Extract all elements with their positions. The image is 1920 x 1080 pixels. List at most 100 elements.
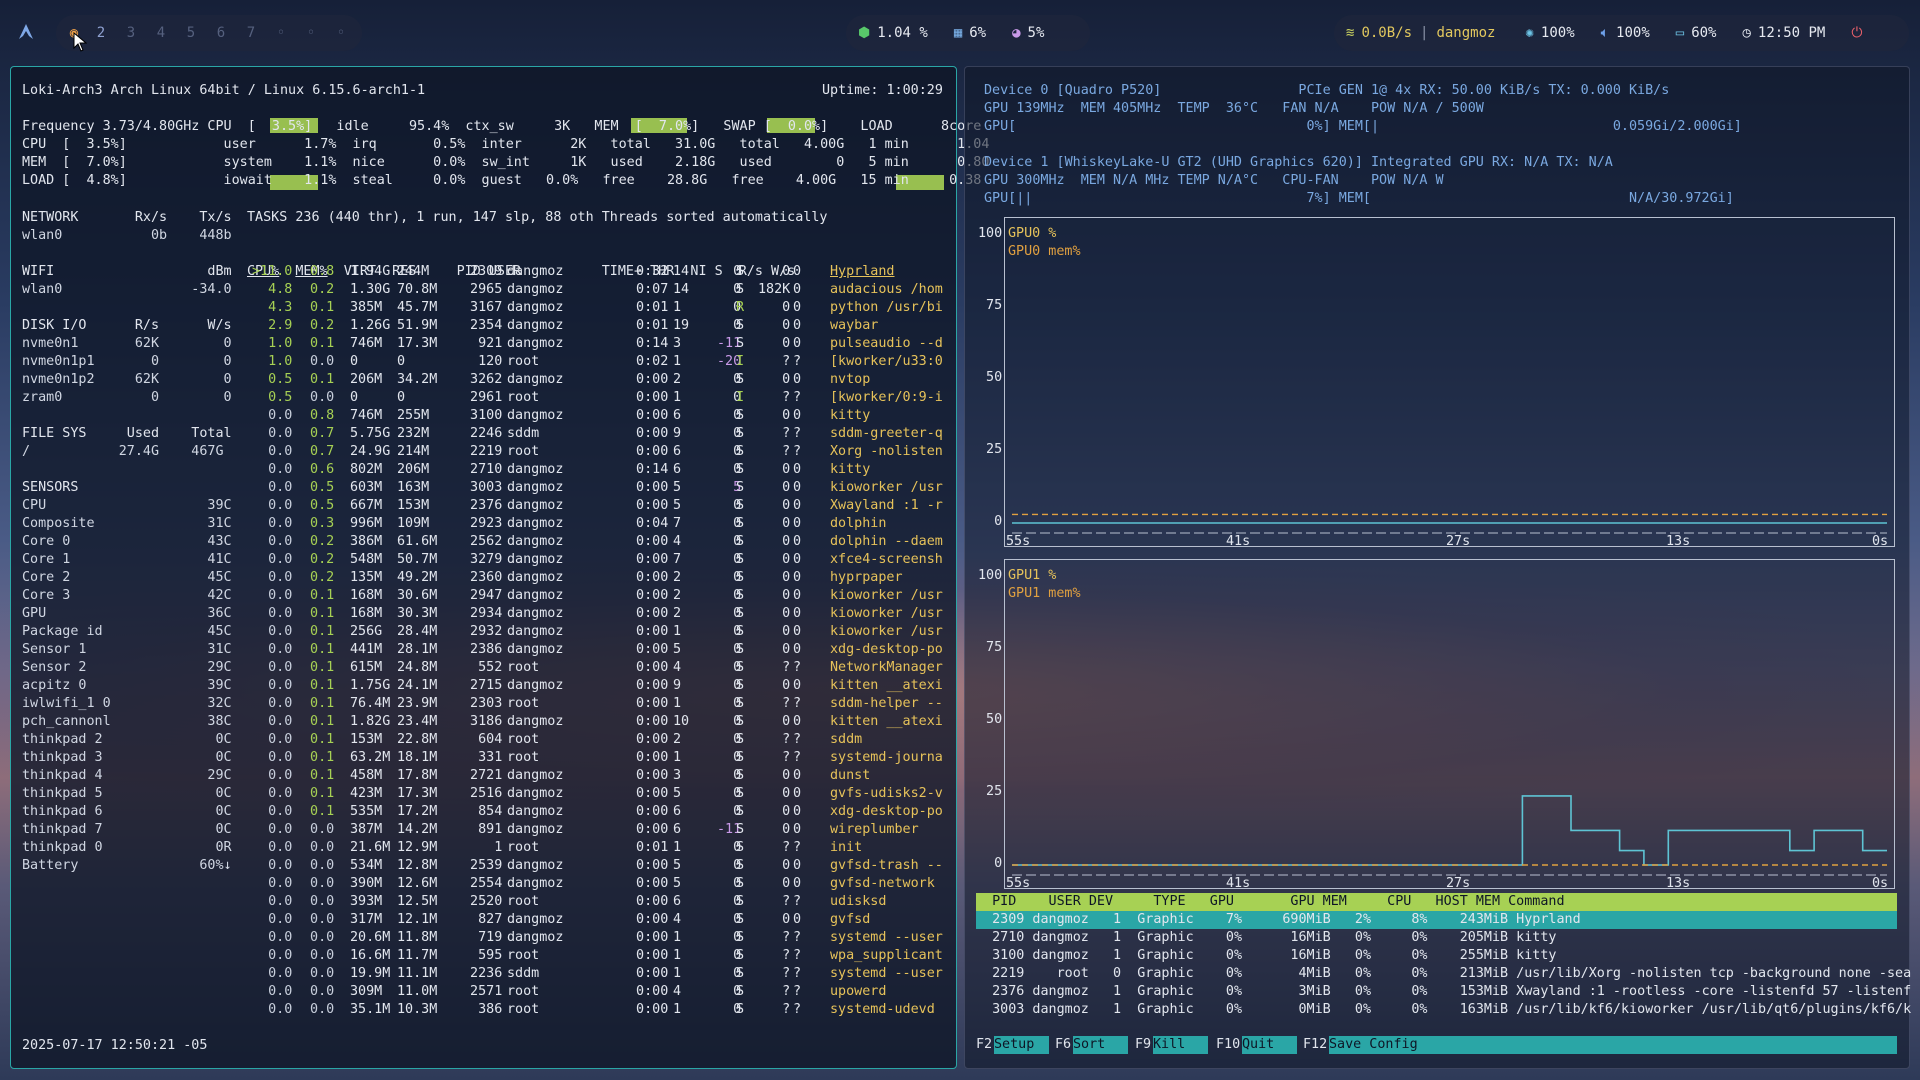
process-cell: 4	[673, 660, 682, 675]
process-cell[interactable]: kioworker /usr	[830, 479, 943, 497]
workspace-4[interactable]: 4	[146, 25, 176, 41]
arch-logo-icon[interactable]	[16, 22, 36, 42]
process-cell: 4	[673, 912, 682, 927]
process-cell: 4	[673, 534, 682, 549]
process-cell[interactable]: Hyprland	[830, 263, 895, 281]
workspace-7[interactable]: 7	[236, 25, 266, 41]
process-cell[interactable]: dunst	[830, 767, 870, 785]
fkey-sort-button[interactable]: Sort	[1073, 1036, 1128, 1054]
process-cell[interactable]: kitten __atexi	[830, 713, 943, 731]
network-name[interactable]: dangmoz	[1436, 25, 1495, 41]
process-cell: root	[507, 354, 540, 369]
process-cell[interactable]: kitten __atexi	[830, 677, 943, 695]
fkey-f2: F2	[976, 1037, 993, 1052]
process-cell: dangmoz	[507, 588, 564, 603]
process-cell[interactable]: kioworker /usr	[830, 587, 943, 605]
process-cell[interactable]: init	[830, 839, 862, 857]
process-cell: 19.9M	[350, 966, 391, 981]
workspace-5[interactable]: 5	[176, 25, 206, 41]
process-cell: S	[736, 588, 745, 603]
process-cell[interactable]: Xwayland :1 -r	[830, 497, 943, 515]
process-cell[interactable]: wpa_supplicant	[830, 947, 943, 965]
process-cell[interactable]: audacious /hom	[830, 281, 943, 299]
workspace-6[interactable]: 6	[206, 25, 236, 41]
process-cell[interactable]: systemd-udevd	[830, 1001, 935, 1019]
gpu-table-row[interactable]: 2219 root 0 Graphic 0% 4MiB 0% 0% 213MiB…	[976, 965, 1911, 983]
fkey-quit-button[interactable]: Quit	[1242, 1036, 1297, 1054]
summary-line: LOAD [ 4.8%] iowait 1.1% steal 0.0% gues…	[22, 173, 982, 188]
process-cell[interactable]: upowerd	[830, 983, 886, 1001]
process-cell[interactable]: gvfs-udisks2-v	[830, 785, 943, 803]
process-cell[interactable]: waybar	[830, 317, 878, 335]
process-cell[interactable]: xdg-desktop-po	[830, 803, 943, 821]
process-cell: 12.8M	[397, 858, 438, 873]
process-cell[interactable]: gvfsd-trash --	[830, 857, 943, 875]
series-line-0	[1012, 795, 1887, 866]
process-cell[interactable]: nvtop	[830, 371, 870, 389]
fkey-f6: F6	[1055, 1037, 1072, 1052]
process-cell[interactable]: gvfsd	[830, 911, 870, 929]
device-line: GPU 300MHz MEM N/A MHz TEMP N/A°C CPU-FA…	[984, 173, 1444, 188]
process-cell[interactable]: kioworker /usr	[830, 605, 943, 623]
process-cell[interactable]: systemd --user	[830, 929, 943, 947]
process-cell[interactable]: sddm-helper --	[830, 695, 943, 713]
gpu-table-header[interactable]: PID USER DEV TYPE GPU GPU MEM CPU HOST M…	[976, 893, 1564, 911]
process-cell[interactable]: dolphin --daem	[830, 533, 943, 551]
fkey-save-config-button[interactable]: Save Config	[1329, 1036, 1897, 1054]
process-cell: 0.0	[252, 480, 293, 495]
process-cell: dangmoz	[507, 300, 564, 315]
process-cell[interactable]: kioworker /usr	[830, 623, 943, 641]
process-cell[interactable]: sddm	[830, 731, 862, 749]
power-icon[interactable]: ⏻	[1851, 25, 1862, 41]
process-cell[interactable]: systemd --user	[830, 965, 943, 983]
process-cell[interactable]: [kworker/u33:0	[830, 353, 943, 371]
process-cell[interactable]: hyprpaper	[830, 569, 903, 587]
gpu-table-row[interactable]: 3100 dangmoz 1 Graphic 0% 16MiB 0% 0% 25…	[976, 947, 1556, 965]
process-cell[interactable]: NetworkManager	[830, 659, 943, 677]
process-cell[interactable]: gvfsd-network	[830, 875, 935, 893]
process-cell[interactable]: sddm-greeter-q	[830, 425, 943, 443]
workspace-3[interactable]: 3	[116, 25, 146, 41]
process-cell: 12.1M	[397, 912, 438, 927]
process-cell[interactable]: systemd-journa	[830, 749, 943, 767]
process-cell: 23.9M	[397, 696, 438, 711]
process-cell[interactable]: udisksd	[830, 893, 886, 911]
process-cell[interactable]: [kworker/0:9-i	[830, 389, 943, 407]
gpu-table-row[interactable]: 3003 dangmoz 1 Graphic 0% 0MiB 0% 0% 163…	[976, 1001, 1911, 1019]
process-cell: S	[736, 912, 745, 927]
fkey-setup-button[interactable]: Setup	[994, 1036, 1049, 1054]
workspace-10[interactable]: ◦	[326, 25, 356, 41]
left-column-line: Core 3 42C	[22, 588, 232, 603]
process-cell[interactable]: pulseaudio --d	[830, 335, 943, 353]
process-cell: 50.7M	[397, 552, 438, 567]
clock[interactable]: 12:50 PM	[1758, 25, 1825, 41]
workspace-8[interactable]: ◦	[266, 25, 296, 41]
process-cell: sddm	[507, 426, 540, 441]
process-cell[interactable]: xfce4-screensh	[830, 551, 943, 569]
gpu-table-row[interactable]: 2376 dangmoz 1 Graphic 0% 3MiB 0% 0% 153…	[976, 983, 1911, 1001]
process-cell[interactable]: kitty	[830, 461, 870, 479]
workspace-9[interactable]: ◦	[296, 25, 326, 41]
process-cell: 0.0	[302, 876, 335, 891]
gpu-table-row[interactable]: 2309 dangmoz 1 Graphic 7% 690MiB 2% 8% 2…	[976, 911, 1581, 929]
process-cell[interactable]: xdg-desktop-po	[830, 641, 943, 659]
gpu-table-row[interactable]: 2710 dangmoz 1 Graphic 0% 16MiB 0% 0% 20…	[976, 929, 1556, 947]
process-cell[interactable]: python /usr/bi	[830, 299, 943, 317]
battery-icon[interactable]: ▭	[1676, 25, 1684, 41]
brightness-icon[interactable]: ✺	[1525, 25, 1533, 41]
wifi-icon[interactable]: ≋	[1346, 25, 1354, 41]
process-cell: 0	[350, 354, 359, 369]
process-cell: dangmoz	[507, 714, 564, 729]
process-cell[interactable]: kitty	[830, 407, 870, 425]
fkey-kill-button[interactable]: Kill	[1153, 1036, 1208, 1054]
process-cell[interactable]: dolphin	[830, 515, 886, 533]
volume-icon[interactable]: 🔈︎	[1601, 25, 1609, 41]
workspace-2[interactable]: 2	[86, 25, 116, 41]
process-cell[interactable]: wireplumber	[830, 821, 919, 839]
process-cell[interactable]: Xorg -nolisten	[830, 443, 943, 461]
process-cell: 12.6M	[397, 876, 438, 891]
process-cell: 0:00	[628, 642, 669, 657]
process-cell: 0	[793, 318, 802, 333]
process-cell: S	[736, 462, 745, 477]
process-cell: 0:00	[628, 966, 669, 981]
